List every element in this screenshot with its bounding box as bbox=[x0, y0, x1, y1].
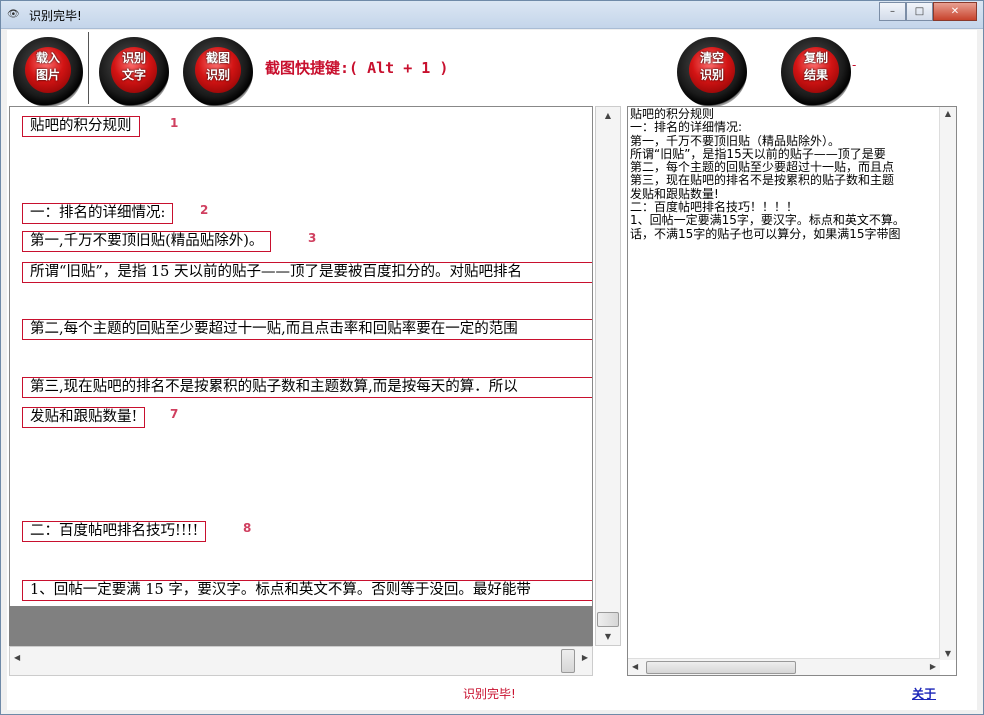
load-image-button[interactable]: 载入 图片 bbox=[9, 35, 85, 111]
eye-icon: 👁 bbox=[7, 9, 20, 20]
source-image-pane[interactable]: 贴吧的积分规则 1 一：排名的详细情况: 2 第一,千万不要顶旧贴(精品贴除外)… bbox=[9, 106, 593, 646]
line-number: 7 bbox=[170, 407, 179, 421]
scroll-right-icon[interactable]: ▶ bbox=[582, 653, 588, 662]
scroll-up-icon[interactable]: ▲ bbox=[596, 107, 620, 124]
source-line: 第三,现在贴吧的排名不是按累积的贴子数和主题数算,而是按每天的算．所以 bbox=[22, 377, 592, 398]
line-number: 1 bbox=[170, 116, 179, 130]
scroll-thumb[interactable] bbox=[646, 661, 796, 674]
source-line: 一：排名的详细情况: bbox=[22, 203, 174, 224]
hotkey-label: 截图快捷键:( Alt + 1 ) bbox=[265, 59, 449, 77]
source-line: 第二,每个主题的回贴至少要超过十一贴,而且点击率和回贴率要在一定的范围 bbox=[22, 319, 592, 340]
toolbar-divider bbox=[88, 32, 89, 104]
source-horizontal-scrollbar[interactable]: ◀ ▶ bbox=[9, 646, 593, 676]
recognize-text-button[interactable]: 识别 文字 bbox=[95, 35, 171, 111]
result-vertical-scrollbar[interactable]: ▲ ▼ bbox=[939, 107, 956, 660]
maximize-button[interactable]: □ bbox=[906, 2, 933, 21]
scroll-thumb[interactable] bbox=[561, 649, 575, 673]
scroll-thumb[interactable] bbox=[597, 612, 619, 627]
result-horizontal-scrollbar[interactable]: ◀ ▶ bbox=[628, 658, 940, 675]
window-title: 识别完毕! bbox=[29, 9, 82, 23]
scroll-left-icon[interactable]: ◀ bbox=[632, 662, 638, 671]
close-button[interactable]: ✕ bbox=[933, 2, 977, 21]
scroll-down-icon[interactable]: ▼ bbox=[596, 628, 620, 645]
scroll-up-icon[interactable]: ▲ bbox=[940, 109, 956, 118]
toolbar-dash: - bbox=[852, 58, 857, 72]
source-line: 1、回帖一定要满 15 字，要汉字。标点和英文不算。否则等于没回。最好能带 bbox=[22, 580, 592, 601]
title-bar: 👁 识别完毕! – □ ✕ bbox=[1, 1, 983, 29]
line-number: 3 bbox=[308, 231, 317, 245]
app-window: 👁 识别完毕! – □ ✕ 载入 图片 识别 文字 截图 识别 截图快捷键:( Alt… bbox=[0, 0, 984, 715]
result-text[interactable]: 贴吧的积分规则 一：排名的详细情况: 第一，千万不要顶旧贴（精品贴除外）。 所谓… bbox=[630, 108, 956, 241]
source-line: 所谓“旧贴”，是指 15 天以前的贴子——顶了是要被百度扣分的。对贴吧排名 bbox=[22, 262, 592, 283]
scroll-left-icon[interactable]: ◀ bbox=[14, 653, 20, 662]
source-line: 发贴和跟贴数量! bbox=[22, 407, 146, 428]
line-number: 2 bbox=[200, 203, 209, 217]
toolbar: 载入 图片 识别 文字 截图 识别 截图快捷键:( Alt + 1 ) 清空 识别 复制… bbox=[7, 30, 977, 107]
status-text: 识别完毕! bbox=[463, 687, 516, 701]
capture-recognize-button[interactable]: 截图 识别 bbox=[179, 35, 255, 111]
scroll-down-icon[interactable]: ▼ bbox=[940, 649, 956, 658]
source-line: 第一,千万不要顶旧贴(精品贴除外)。 bbox=[22, 231, 272, 252]
minimize-button[interactable]: – bbox=[879, 2, 906, 21]
clear-button[interactable]: 清空 识别 bbox=[673, 35, 749, 111]
image-background-strip bbox=[9, 606, 593, 646]
window-controls: – □ ✕ bbox=[879, 2, 977, 21]
client-area: 载入 图片 识别 文字 截图 识别 截图快捷键:( Alt + 1 ) 清空 识别 复制… bbox=[7, 30, 977, 710]
source-vertical-scrollbar[interactable]: ▲ ▼ bbox=[595, 106, 621, 646]
scroll-right-icon[interactable]: ▶ bbox=[930, 662, 936, 671]
line-number: 8 bbox=[243, 521, 252, 535]
copy-result-button[interactable]: 复制 结果 bbox=[777, 35, 853, 111]
result-text-pane[interactable]: 贴吧的积分规则 一：排名的详细情况: 第一，千万不要顶旧贴（精品贴除外）。 所谓… bbox=[627, 106, 957, 676]
source-line: 贴吧的积分规则 bbox=[22, 116, 140, 137]
source-line: 二：百度帖吧排名技巧!!!! bbox=[22, 521, 207, 542]
about-link[interactable]: 关于 bbox=[912, 685, 936, 702]
